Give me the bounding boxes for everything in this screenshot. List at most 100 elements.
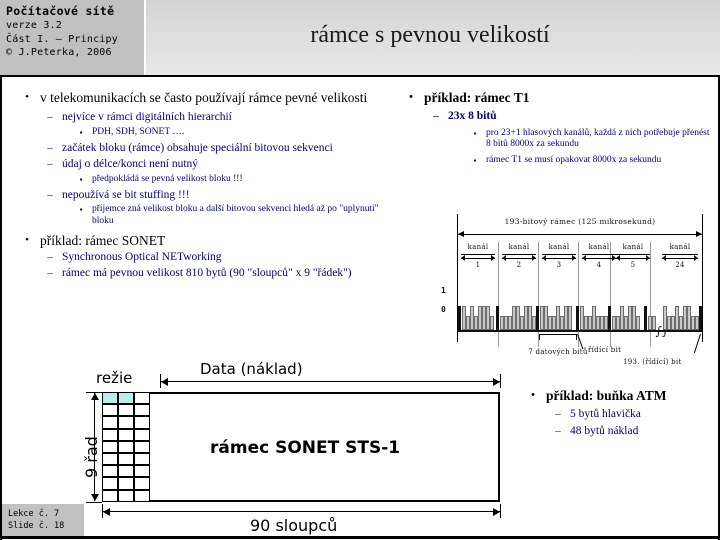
sonet-grid-cell (134, 416, 150, 429)
list-item: – 23x 8 bitů (398, 110, 714, 124)
bullet-marker: – (555, 424, 561, 437)
sonet-grid-cell (134, 428, 150, 441)
course-part: Část I. – Principy (6, 33, 118, 45)
bullet-marker: ▪ (79, 205, 83, 214)
bullet-marker: ▪ (79, 127, 83, 137)
list-item: • příklad: rámec T1 (398, 90, 714, 105)
list-item: • příklad: buňka ATM (520, 388, 716, 403)
bullet-text: v telekomunikacích se často používají rá… (40, 90, 368, 105)
sonet-grid-cell (134, 404, 150, 417)
left-bullet-list: • v telekomunikacích se často používají … (14, 90, 396, 280)
sonet-grid-cell (102, 428, 118, 441)
bullet-text: nepoužívá se bit stuffing !!! (62, 188, 190, 201)
list-item: – údaj o délce/konci není nutný (14, 158, 396, 172)
list-item: – 48 bytů náklad (520, 425, 716, 439)
sonet-cols-label: 90 sloupců (250, 516, 338, 535)
bullet-marker: ▪ (79, 174, 83, 184)
sonet-grid-cell (102, 465, 118, 478)
list-item: ▪ rámec T1 se musí opakovat 8000x za sek… (398, 155, 714, 167)
sonet-grid-cell (102, 477, 118, 490)
bullet-text: příklad: rámec SONET (40, 233, 166, 248)
bullet-marker: – (47, 266, 53, 279)
bullet-text: rámec T1 se musí opakovat 8000x za sekun… (486, 154, 662, 165)
sonet-grid-cell (134, 440, 150, 453)
sonet-cols-rightcap (500, 504, 501, 518)
bullet-marker: • (531, 389, 535, 401)
bullet-marker: – (47, 111, 53, 123)
sonet-grid-cell (134, 453, 150, 466)
header-divider (0, 75, 720, 77)
list-item: – začátek bloku (rámce) obsahuje speciál… (14, 142, 396, 156)
list-item: – nepoužívá se bit stuffing !!! (14, 189, 396, 203)
course-title: Počítačové sítě (6, 4, 115, 18)
sonet-grid-cell (102, 440, 118, 453)
right-bullet-list: • příklad: rámec T1 – 23x 8 bitů ▪ pro 2… (398, 90, 714, 167)
list-item: • příklad: rámec SONET (14, 233, 396, 248)
sonet-payload-label: Data (náklad) (200, 360, 303, 378)
sonet-overhead-grid (102, 392, 150, 502)
sonet-grid-cell (102, 489, 118, 502)
list-item: ▪ předpokládá se pevná velikost bloku !!… (14, 174, 396, 186)
bullet-marker: – (555, 408, 561, 420)
sonet-rows-botcap (86, 502, 102, 503)
bullet-marker: – (47, 188, 53, 201)
course-info-box: Počítačové sítě verze 3.2 Část I. – Prin… (0, 0, 146, 75)
sonet-rows-label: 9 řad (82, 436, 101, 478)
sonet-payload-arrow-rightcap (500, 374, 501, 388)
bullet-marker: • (409, 91, 413, 103)
list-item: ▪ pro 23+1 hlasových kanálů, každá z nic… (398, 128, 714, 151)
sonet-grid-cell (134, 489, 150, 502)
left-border (0, 75, 2, 540)
bullet-text: rámec má pevnou velikost 810 bytů (90 "s… (62, 266, 352, 279)
bullet-marker: – (47, 141, 53, 154)
sonet-grid-cell (118, 477, 134, 490)
bullet-marker: • (25, 91, 29, 103)
page-title: rámce s pevnou velikostí (310, 22, 550, 48)
sonet-frame-name: rámec SONET STS-1 (210, 438, 401, 458)
bullet-marker: ▪ (473, 155, 477, 165)
slide-root: Počítačové sítě verze 3.2 Část I. – Prin… (0, 0, 720, 540)
bullet-marker: – (47, 158, 53, 170)
sonet-grid-cell (134, 465, 150, 478)
bullet-text: údaj o délce/konci není nutný (62, 158, 199, 170)
sonet-grid-cell (102, 404, 118, 417)
sonet-grid-cell (118, 392, 134, 405)
bullet-text: Synchronous Optical NETworking (62, 251, 222, 263)
footer-box: Lekce č. 7 Slide č. 18 (2, 504, 84, 536)
t1-frame-diagram: 193-bitový rámec (125 mikrosekund) kanál… (405, 212, 713, 374)
footer-slide: Slide č. 18 (8, 521, 65, 531)
list-item: – rámec má pevnou velikost 810 bytů (90 … (14, 267, 396, 281)
bullet-text: nejvíce v rámci digitálních hierarchií (62, 111, 232, 123)
list-item: – Synchronous Optical NETworking (14, 251, 396, 265)
sonet-grid-cell (118, 416, 134, 429)
bullet-marker: – (433, 110, 439, 122)
footer-lecture: Lekce č. 7 (8, 509, 60, 519)
list-item: ▪ příjemce zná velikost bloku a další bi… (14, 204, 396, 227)
sonet-grid-cell (102, 453, 118, 466)
sonet-grid-cell (118, 428, 134, 441)
sonet-grid-cell (118, 489, 134, 502)
bullet-marker: ▪ (473, 128, 477, 138)
atm-bullet-list: • příklad: buňka ATM – 5 bytů hlavička –… (520, 388, 716, 438)
list-item: • v telekomunikacích se často používají … (14, 90, 396, 105)
sonet-grid-cell (118, 404, 134, 417)
bullet-text: začátek bloku (rámce) obsahuje speciální… (62, 141, 333, 154)
sonet-grid-cell (102, 416, 118, 429)
course-copyright: © J.Peterka, 2006 (6, 47, 112, 58)
bottom-border (0, 536, 720, 539)
t1-bit193-label: 193. (řídící) bit (623, 358, 682, 366)
course-version: verze 3.2 (6, 20, 62, 31)
sonet-overhead-label: režie (96, 369, 133, 387)
bullet-text: příklad: buňka ATM (546, 388, 667, 403)
sonet-grid-cell (134, 392, 150, 405)
list-item: – 5 bytů hlavička (520, 408, 716, 422)
bullet-text: příklad: rámec T1 (424, 90, 530, 105)
sonet-grid-cell (134, 477, 150, 490)
sonet-grid-cell (118, 440, 134, 453)
sonet-grid-cell (102, 392, 118, 405)
bullet-text: 5 bytů hlavička (570, 408, 641, 420)
t1-data-bits-label: 7 datových bitů (528, 348, 588, 356)
sonet-payload-arrow (161, 377, 500, 386)
bullet-text: příjemce zná velikost bloku a další bito… (92, 204, 379, 226)
bullet-text: 48 bytů náklad (570, 424, 639, 437)
